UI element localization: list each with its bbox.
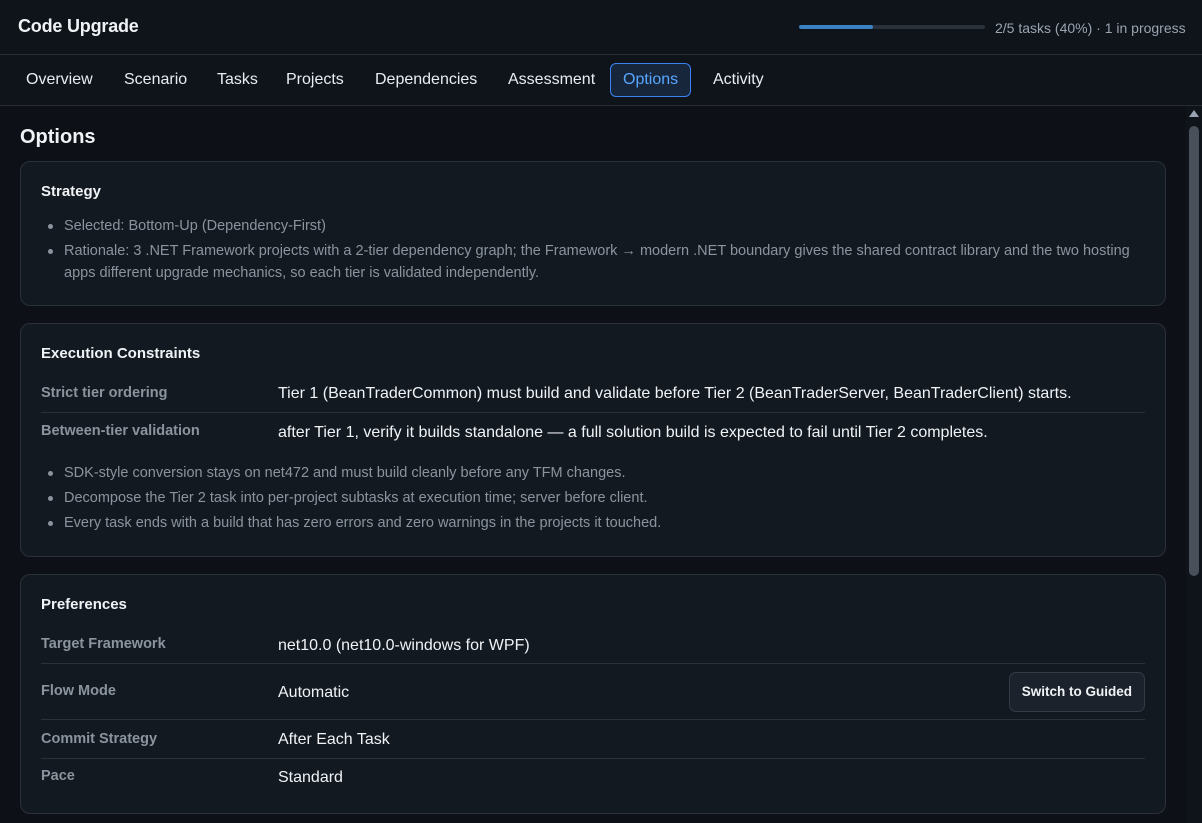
switch-to-guided-button[interactable]: Switch to Guided (1008, 672, 1145, 712)
constraint-value: Tier 1 (BeanTraderCommon) must build and… (278, 385, 1072, 402)
preference-label: Flow Mode (41, 683, 116, 699)
tab-dependencies[interactable]: Dependencies (363, 63, 489, 97)
tab-options[interactable]: Options (610, 63, 692, 97)
tab-tasks[interactable]: Tasks (205, 63, 270, 97)
app-title: Code Upgrade (18, 16, 139, 36)
tab-projects[interactable]: Projects (274, 63, 356, 97)
preference-value: After Each Task (278, 731, 390, 748)
constraints-list: SDK-style conversion stays on net472 and… (41, 462, 1145, 537)
preference-value: Automatic (278, 684, 350, 701)
strategy-selected: Selected: Bottom-Up (Dependency-First) (41, 215, 1145, 237)
tab-scenario[interactable]: Scenario (112, 63, 199, 97)
app-header: Code Upgrade 2/5 tasks (40%) · 1 in prog… (0, 0, 1202, 55)
preference-label: Pace (41, 768, 75, 784)
execution-constraints-title: Execution Constraints (41, 345, 201, 362)
constraint-item: Decompose the Tier 2 task into per-proje… (41, 487, 1145, 509)
preference-row-target-framework: Target Framework net10.0 (net10.0-window… (41, 627, 1145, 664)
tab-activity[interactable]: Activity (701, 63, 776, 97)
preference-value: net10.0 (net10.0-windows for WPF) (278, 637, 530, 654)
constraint-label: Strict tier ordering (41, 385, 168, 401)
progress-bar (799, 25, 985, 29)
scroll-up-arrow-icon[interactable] (1189, 110, 1199, 117)
preferences-title: Preferences (41, 596, 127, 613)
preference-row-commit-strategy: Commit Strategy After Each Task (41, 720, 1145, 759)
strategy-title: Strategy (41, 183, 102, 200)
preference-row-flow-mode: Flow Mode Automatic Switch to Guided (41, 664, 1145, 720)
preference-label: Commit Strategy (41, 731, 158, 747)
progress-label: 2/5 tasks (40%) · 1 in progress (995, 20, 1186, 36)
execution-constraints-card: Execution Constraints Strict tier orderi… (20, 323, 1166, 557)
tab-overview[interactable]: Overview (14, 63, 105, 97)
strategy-card: Strategy Selected: Bottom-Up (Dependency… (20, 161, 1166, 306)
preference-row-pace: Pace Standard (41, 759, 1145, 799)
scrollbar-thumb[interactable] (1189, 126, 1199, 576)
page-title: Options (20, 126, 96, 148)
constraint-label: Between-tier validation (41, 423, 200, 439)
strategy-rationale: Rationale: 3 .NET Framework projects wit… (41, 240, 1145, 284)
constraint-value: after Tier 1, verify it builds standalon… (278, 424, 988, 441)
constraint-item: Every task ends with a build that has ze… (41, 512, 1145, 534)
progress-bar-fill (799, 25, 874, 29)
strategy-list: Selected: Bottom-Up (Dependency-First) R… (41, 215, 1145, 287)
scrollbar[interactable] (1186, 106, 1202, 823)
main-content: Options Strategy Selected: Bottom-Up (De… (0, 106, 1186, 823)
constraint-row: Strict tier ordering Tier 1 (BeanTraderC… (41, 376, 1145, 413)
preference-label: Target Framework (41, 636, 166, 652)
tab-bar: Overview Scenario Tasks Projects Depende… (0, 55, 1202, 106)
preference-value: Standard (278, 769, 343, 786)
constraint-item: SDK-style conversion stays on net472 and… (41, 462, 1145, 484)
constraint-row: Between-tier validation after Tier 1, ve… (41, 413, 1145, 453)
preferences-card: Preferences Target Framework net10.0 (ne… (20, 574, 1166, 814)
tab-assessment[interactable]: Assessment (496, 63, 607, 97)
